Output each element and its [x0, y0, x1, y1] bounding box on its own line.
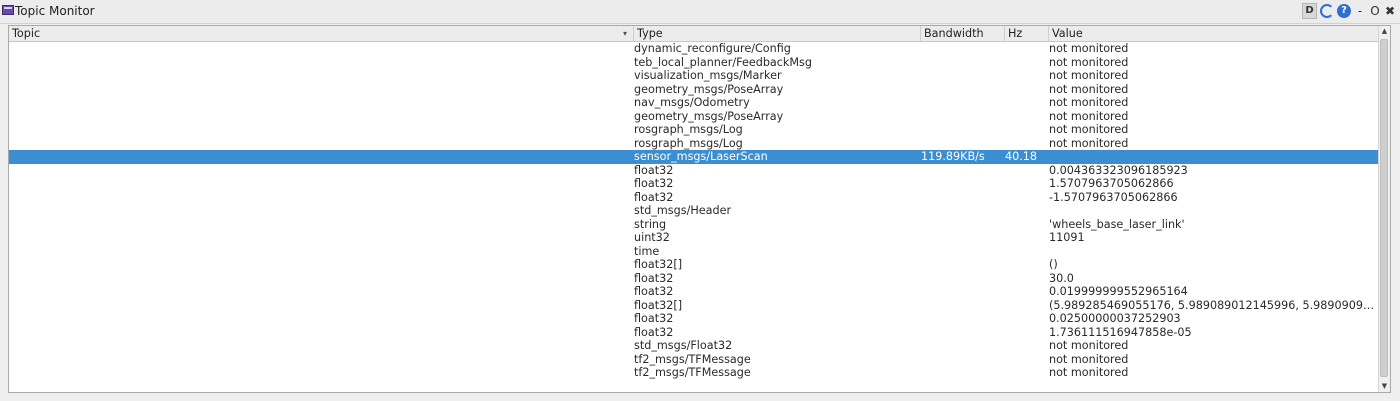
float-button[interactable]: O [1369, 4, 1381, 18]
topic-rows: ▸/move_base/TebLocalPlannerROS/parameter… [9, 42, 1380, 380]
type-cell: string [634, 217, 667, 231]
type-cell: float32 [634, 325, 674, 339]
table-row[interactable]: time_incrementfloat321.736111516947858e-… [9, 326, 1380, 340]
window-title: Topic Monitor [15, 4, 95, 18]
type-cell: time [634, 244, 660, 258]
table-row[interactable]: frame_idstring'wheels_base_laser_link' [9, 218, 1380, 232]
title-buttons: D ? - O ✖ [1302, 3, 1396, 19]
table-row[interactable]: ▸/tftf2_msgs/TFMessagenot monitored [9, 353, 1380, 367]
type-cell: float32 [634, 271, 674, 285]
type-cell: tf2_msgs/TFMessage [634, 366, 751, 379]
table-row[interactable]: ▸/move_base/TebLocalPlannerROS/teb_poses… [9, 83, 1380, 97]
type-cell: std_msgs/Float32 [634, 339, 733, 352]
type-cell: float32[] [634, 298, 683, 312]
table-row[interactable]: range_maxfloat3230.0 [9, 272, 1380, 286]
type-cell: nav_msgs/Odometry [634, 96, 750, 109]
table-row[interactable]: scan_timefloat320.02500000037252903 [9, 312, 1380, 326]
value-cell: not monitored [1049, 69, 1129, 82]
value-cell: not monitored [1049, 55, 1129, 69]
type-cell: float32 [634, 190, 674, 204]
table-row[interactable]: sequint3211091 [9, 231, 1380, 245]
table-row[interactable]: ▾✔/scansensor_msgs/LaserScan119.89KB/s40… [9, 150, 1380, 164]
hz-cell: 40.18 [1005, 150, 1038, 163]
column-type[interactable]: Type [634, 26, 921, 41]
table-row[interactable]: ▸/move_base/TebLocalPlannerROS/teb_marke… [9, 69, 1380, 83]
value-cell: 0.019999999552965164 [1049, 285, 1188, 298]
type-cell: visualization_msgs/Marker [634, 69, 782, 82]
table-row[interactable]: ▸/move_base/TebLocalPlannerROS/parameter… [9, 42, 1380, 56]
table-row[interactable]: angle_incrementfloat320.0043633230961859… [9, 164, 1380, 178]
value-cell: not monitored [1049, 82, 1129, 96]
type-cell: geometry_msgs/PoseArray [634, 109, 784, 123]
table-row[interactable]: range_minfloat320.019999999552965164 [9, 285, 1380, 299]
table-row[interactable]: ▸/odomnav_msgs/Odometrynot monitored [9, 96, 1380, 110]
type-cell: tf2_msgs/TFMessage [634, 352, 751, 366]
value-cell: () [1049, 258, 1058, 271]
value-cell: not monitored [1049, 136, 1129, 150]
type-cell: float32 [634, 163, 674, 177]
minimize-button[interactable]: - [1354, 4, 1366, 18]
value-cell: not monitored [1049, 109, 1129, 123]
type-cell: float32[] [634, 258, 683, 271]
topic-tree[interactable]: Topic ▾ Type Bandwidth Hz Value ▸/move_b… [8, 25, 1391, 393]
table-row[interactable]: angle_maxfloat321.5707963705062866 [9, 177, 1380, 191]
app-icon [2, 5, 14, 15]
value-cell: not monitored [1049, 352, 1129, 366]
scrollbar-thumb[interactable] [1380, 39, 1388, 377]
value-cell: not monitored [1049, 366, 1129, 379]
scroll-up-icon[interactable]: ▲ [1379, 26, 1390, 37]
vertical-scrollbar[interactable]: ▲ ▼ [1378, 26, 1390, 392]
table-row[interactable]: angle_minfloat32-1.5707963705062866 [9, 191, 1380, 205]
type-cell: rosgraph_msgs/Log [634, 136, 743, 150]
table-row[interactable]: rangesfloat32[](5.989285469055176, 5.989… [9, 299, 1380, 313]
type-cell: float32 [634, 177, 674, 190]
type-cell: rosgraph_msgs/Log [634, 123, 743, 136]
column-value[interactable]: Value [1049, 26, 1380, 41]
type-cell: dynamic_reconfigure/Config [634, 42, 791, 55]
dock-button[interactable]: D [1302, 3, 1317, 19]
column-hz[interactable]: Hz [1005, 26, 1049, 41]
type-cell: float32 [634, 285, 674, 298]
table-row[interactable]: ▸stamptime [9, 245, 1380, 259]
value-cell: (5.989285469055176, 5.989089012145996, 5… [1049, 298, 1377, 312]
table-row[interactable]: ▸/rosoutrosgraph_msgs/Lognot monitored [9, 123, 1380, 137]
type-cell: float32 [634, 312, 674, 325]
value-cell: 0.004363323096185923 [1049, 163, 1188, 177]
value-cell: not monitored [1049, 339, 1129, 352]
table-row[interactable]: ▸/seed_r7_ros_controller/voltagestd_msgs… [9, 339, 1380, 353]
table-row[interactable]: intensitiesfloat32[]() [9, 258, 1380, 272]
value-cell: -1.5707963705062866 [1049, 190, 1178, 204]
sort-indicator-icon: ▾ [622, 29, 627, 38]
table-row[interactable]: ▾headerstd_msgs/Header [9, 204, 1380, 218]
value-cell: 'wheels_base_laser_link' [1049, 217, 1185, 231]
value-cell: not monitored [1049, 42, 1129, 55]
value-cell: not monitored [1049, 123, 1129, 136]
type-cell: std_msgs/Header [634, 204, 732, 217]
table-row[interactable]: ▸/move_base/TebLocalPlannerROS/teb_feedb… [9, 56, 1380, 70]
type-cell: sensor_msgs/LaserScan [634, 150, 768, 163]
bandwidth-cell: 119.89KB/s [921, 150, 985, 163]
window-titlebar: Topic Monitor D ? - O ✖ [0, 0, 1400, 24]
table-row[interactable]: ▸/tf_statictf2_msgs/TFMessagenot monitor… [9, 366, 1380, 380]
table-row[interactable]: ▸/rosout_aggrosgraph_msgs/Lognot monitor… [9, 137, 1380, 151]
type-cell: geometry_msgs/PoseArray [634, 82, 784, 96]
value-cell: 30.0 [1049, 271, 1074, 285]
value-cell: 1.5707963705062866 [1049, 177, 1174, 190]
column-topic-label: Topic [12, 27, 41, 40]
value-cell: 0.02500000037252903 [1049, 312, 1181, 325]
table-row[interactable]: ▸/particlecloudgeometry_msgs/PoseArrayno… [9, 110, 1380, 124]
column-header: Topic ▾ Type Bandwidth Hz Value [9, 26, 1380, 42]
value-cell: 11091 [1049, 231, 1085, 244]
reload-icon[interactable] [1320, 4, 1334, 18]
column-bandwidth[interactable]: Bandwidth [921, 26, 1005, 41]
value-cell: 1.736111516947858e-05 [1049, 325, 1192, 339]
close-icon[interactable]: ✖ [1384, 4, 1396, 18]
value-cell: not monitored [1049, 96, 1129, 109]
scroll-down-icon[interactable]: ▼ [1379, 381, 1390, 392]
column-topic[interactable]: Topic ▾ [9, 26, 634, 41]
type-cell: uint32 [634, 231, 670, 244]
type-cell: teb_local_planner/FeedbackMsg [634, 55, 812, 69]
help-icon[interactable]: ? [1337, 4, 1351, 18]
